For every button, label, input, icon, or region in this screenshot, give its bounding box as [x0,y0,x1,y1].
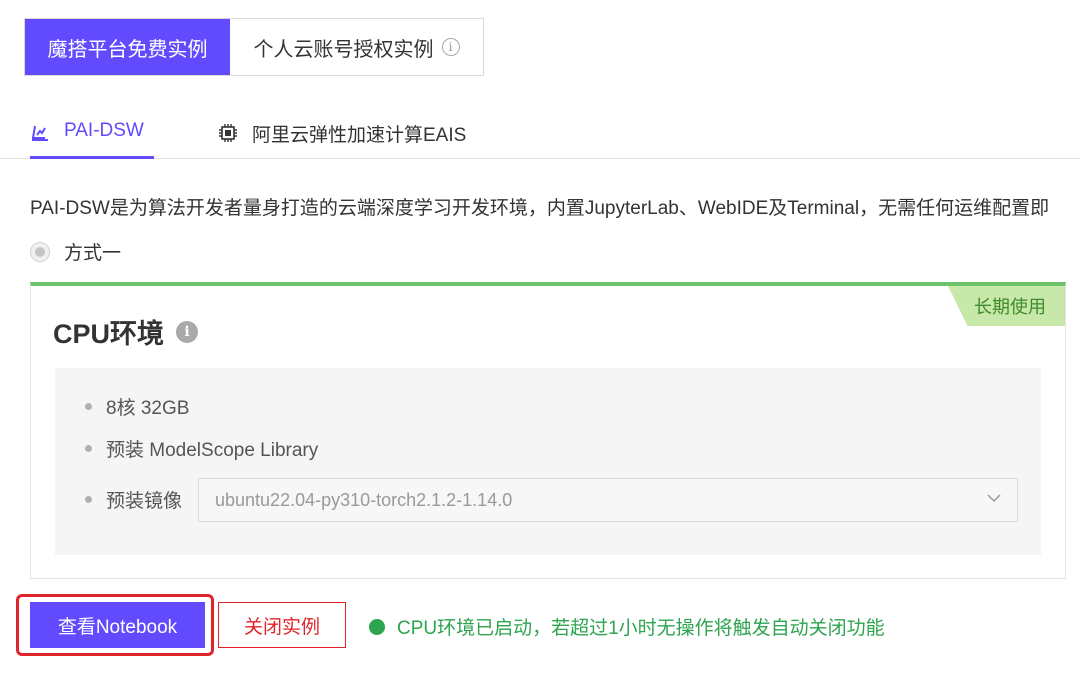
method-option[interactable]: 方式一 [30,238,121,265]
spec-item-image: 预装镜像 [85,486,182,513]
chip-icon [219,124,237,142]
info-icon[interactable]: i [176,320,199,343]
card-title-text: CPU环境 [53,319,165,349]
info-icon[interactable]: i [441,38,460,56]
spec-text: 8核 32GB [106,398,190,419]
action-row: 查看Notebook 关闭实例 CPU环境已启动，若超过1小时无操作将触发自动关… [16,594,1076,656]
spec-panel: 8核 32GB 预装 ModelScope Library 预装镜像 ubunt… [55,368,1041,555]
chevron-down-icon [987,494,1001,503]
status-message: CPU环境已启动，若超过1小时无操作将触发自动关闭功能 [369,613,885,640]
personal-account-instance-tab[interactable]: 个人云账号授权实例 i [230,19,483,75]
status-dot-icon [369,618,385,635]
image-select[interactable]: ubuntu22.04-py310-torch2.1.2-1.14.0 [198,478,1018,522]
tab-eais-label: 阿里云弹性加速计算EAIS [252,125,467,146]
method-radio[interactable] [30,241,50,262]
tab-pai-dsw-label: PAI-DSW [64,120,144,141]
spec-text: 预装 ModelScope Library [106,440,319,461]
instance-type-switch: 魔搭平台免费实例 个人云账号授权实例 i [24,18,484,76]
spec-item-library: 预装 ModelScope Library [85,435,318,462]
method-label: 方式一 [64,243,122,264]
card-title: CPU环境 i [53,312,199,351]
image-select-value: ubuntu22.04-py310-torch2.1.2-1.14.0 [215,489,513,510]
radio-dot [35,246,45,257]
spec-item-cpu: 8核 32GB [85,393,189,420]
close-instance-button[interactable]: 关闭实例 [218,602,346,648]
product-tabs: PAI-DSW 阿里云弹性加速计算EAIS [0,112,1080,159]
free-instance-tab[interactable]: 魔搭平台免费实例 [25,19,230,75]
bullet-icon [85,496,92,503]
long-term-badge: 长期使用 [948,286,1065,326]
personal-account-instance-label: 个人云账号授权实例 [253,38,434,61]
status-text: CPU环境已启动，若超过1小时无操作将触发自动关闭功能 [397,618,885,639]
product-description: PAI-DSW是为算法开发者量身打造的云端深度学习开发环境，内置JupyterL… [30,198,1050,219]
view-notebook-button[interactable]: 查看Notebook [30,602,205,648]
spec-text: 预装镜像 [106,491,183,512]
bullet-icon [85,445,92,452]
cpu-environment-card: 长期使用 CPU环境 i 8核 32GB 预装 ModelScope Libra… [30,282,1066,579]
pai-dsw-icon [31,125,48,141]
bullet-icon [85,403,92,410]
tab-pai-dsw[interactable]: PAI-DSW [30,120,154,159]
tab-eais[interactable]: 阿里云弹性加速计算EAIS [218,120,466,159]
